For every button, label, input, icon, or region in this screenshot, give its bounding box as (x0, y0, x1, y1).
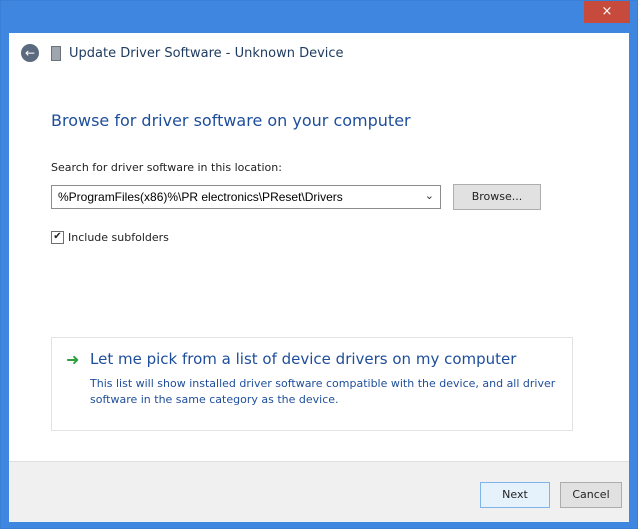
option-title[interactable]: Let me pick from a list of device driver… (90, 350, 516, 368)
close-button[interactable]: × (584, 1, 630, 23)
browse-button[interactable]: Browse... (453, 184, 541, 210)
driver-path-value[interactable]: %ProgramFiles(x86)%\PR electronics\PRese… (58, 190, 343, 204)
chevron-down-icon[interactable]: ⌄ (425, 189, 434, 202)
include-subfolders-label[interactable]: Include subfolders (68, 231, 169, 244)
device-icon (51, 45, 61, 61)
back-arrow-icon: ← (24, 46, 36, 60)
driver-path-combobox[interactable]: %ProgramFiles(x86)%\PR electronics\PRese… (51, 185, 441, 209)
next-button[interactable]: Next (480, 482, 550, 508)
back-button[interactable]: ← (21, 44, 39, 62)
option-description: This list will show installed driver sof… (90, 377, 556, 406)
green-arrow-icon: ➜ (66, 350, 80, 369)
dialog-window: × ← Update Driver Software - Unknown Dev… (0, 0, 638, 529)
checkmark-icon: ✔ (53, 231, 62, 242)
dialog-client: ← Update Driver Software - Unknown Devic… (9, 33, 629, 522)
include-subfolders-row[interactable]: ✔ Include subfolders (51, 231, 169, 244)
close-icon: × (601, 4, 613, 19)
title-bar: × (1, 1, 637, 33)
dialog-footer: Next Cancel (9, 461, 629, 522)
pick-from-list-option[interactable]: ➜ Let me pick from a list of device driv… (51, 337, 573, 431)
include-subfolders-checkbox[interactable]: ✔ (51, 231, 64, 244)
window-title: Update Driver Software - Unknown Device (69, 45, 344, 61)
search-location-label: Search for driver software in this locat… (51, 161, 282, 174)
dialog-header: ← Update Driver Software - Unknown Devic… (9, 33, 629, 73)
cancel-button[interactable]: Cancel (560, 482, 622, 508)
page-heading: Browse for driver software on your compu… (51, 111, 411, 130)
